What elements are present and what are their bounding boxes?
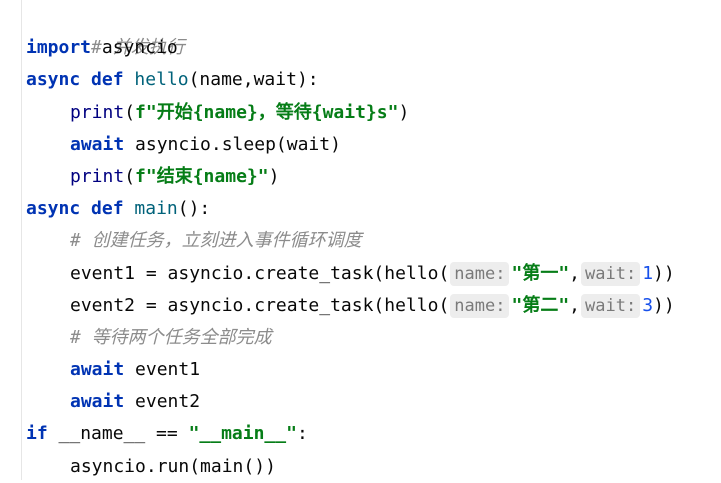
code-text: event2 = asyncio.create_task(hello( (70, 294, 450, 316)
code-line-1[interactable]: # 并发执行 (26, 0, 675, 58)
paren: ( (124, 165, 136, 187)
keyword-await: await (70, 391, 125, 413)
function-name: hello (134, 69, 189, 91)
string-part: 结束 (156, 165, 193, 187)
gutter-divider (21, 0, 22, 480)
number-arg: 1 (642, 262, 654, 284)
comma: , (569, 262, 581, 284)
code-line-15[interactable]: asyncio.run(main()) (26, 451, 675, 483)
keyword-def: def (91, 69, 124, 91)
code-line-4[interactable]: print(f"开始{name}，等待{wait}s") (26, 97, 675, 129)
code-line-8[interactable]: # 创建任务，立刻进入事件循环调度 (26, 225, 675, 257)
code-line-14[interactable]: if __name__ == "__main__": (26, 418, 675, 450)
string-literal: "__main__" (188, 423, 297, 445)
keyword-def: def (91, 198, 124, 220)
param-hint-name: name: (450, 293, 510, 318)
code-line-11[interactable]: # 等待两个任务全部完成 (26, 322, 675, 354)
fstring-prefix: f" (135, 101, 157, 123)
code-line-3[interactable]: async def hello(name,wait): (26, 64, 675, 96)
keyword-await: await (70, 359, 125, 381)
code-text: __name__ == (47, 423, 189, 445)
keyword-await: await (70, 133, 125, 155)
code-line-13[interactable]: await event2 (26, 386, 675, 418)
function-params: (): (177, 198, 211, 220)
code-area[interactable]: # 并发执行 import asyncio async def hello(na… (26, 0, 675, 483)
comment: # 等待两个任务全部完成 (70, 326, 272, 348)
code-line-2[interactable]: import asyncio (26, 32, 675, 64)
code-text: event1 (124, 359, 201, 381)
code-text: event1 = asyncio.create_task(hello( (70, 262, 450, 284)
paren: ( (124, 101, 136, 123)
string-arg: "第二" (511, 294, 570, 316)
code-editor[interactable]: # 并发执行 import asyncio async def hello(na… (0, 0, 721, 480)
module-name: asyncio (91, 37, 178, 59)
paren: ) (268, 165, 280, 187)
fstring-var: {wait} (311, 101, 377, 123)
string-part: ，等待 (257, 101, 312, 123)
string-part: 开始 (156, 101, 193, 123)
keyword-import: import (26, 37, 92, 59)
keyword-async: async (26, 69, 81, 91)
comment: # 创建任务，立刻进入事件循环调度 (70, 230, 362, 252)
number-arg: 3 (642, 294, 654, 316)
closing-parens: )) (653, 262, 675, 284)
param-hint-wait: wait: (581, 261, 641, 286)
code-line-9[interactable]: event1 = asyncio.create_task(hello(name:… (26, 258, 675, 290)
string-arg: "第一" (511, 262, 570, 284)
code-line-6[interactable]: print(f"结束{name}") (26, 161, 675, 193)
code-line-5[interactable]: await asyncio.sleep(wait) (26, 129, 675, 161)
code-line-10[interactable]: event2 = asyncio.create_task(hello(name:… (26, 290, 675, 322)
keyword-async: async (26, 198, 81, 220)
code-line-12[interactable]: await event1 (26, 354, 675, 386)
function-params: (name,wait): (188, 69, 319, 91)
param-hint-name: name: (450, 261, 510, 286)
code-text: event2 (124, 391, 201, 413)
builtin-print: print (70, 101, 125, 123)
paren: ) (398, 101, 410, 123)
fstring-var: {name} (192, 101, 258, 123)
code-line-7[interactable]: async def main(): (26, 193, 675, 225)
code-text: asyncio.run(main()) (70, 455, 276, 477)
comma: , (569, 294, 581, 316)
keyword-if: if (26, 423, 48, 445)
colon: : (296, 423, 308, 445)
param-hint-wait: wait: (581, 293, 641, 318)
fstring-var: {name} (192, 165, 258, 187)
function-name: main (134, 198, 178, 220)
string-part: s" (376, 101, 399, 123)
closing-parens: )) (653, 294, 675, 316)
fstring-prefix: f" (135, 165, 157, 187)
string-part: " (257, 165, 269, 187)
builtin-print: print (70, 165, 125, 187)
code-text: asyncio.sleep(wait) (124, 133, 341, 155)
